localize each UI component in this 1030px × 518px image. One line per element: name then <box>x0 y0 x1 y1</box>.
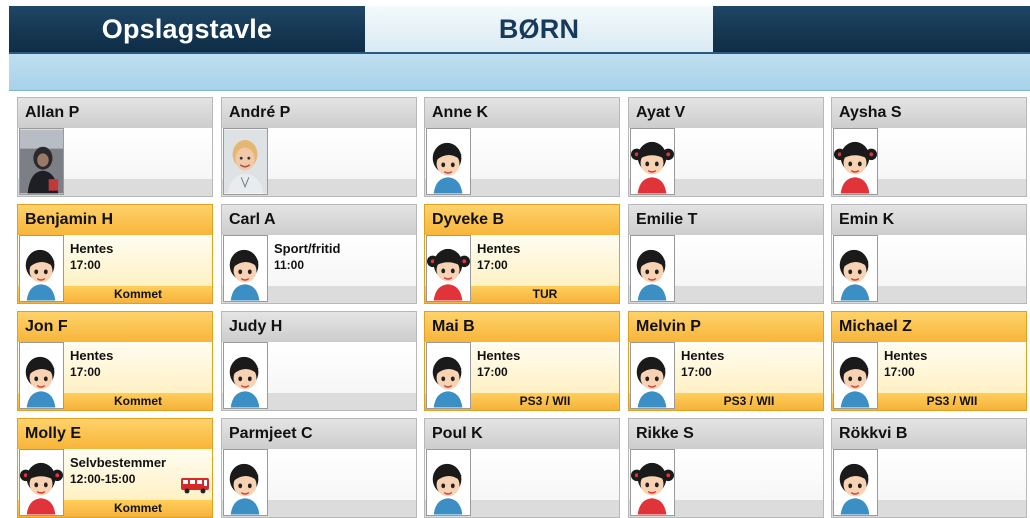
status-label: Hentes <box>70 348 114 363</box>
child-name: Emin K <box>832 205 1026 235</box>
status-time: 11:00 <box>274 258 305 272</box>
child-card[interactable]: Allan P <box>17 97 213 197</box>
tab-opslagstavle[interactable]: Opslagstavle <box>9 6 365 52</box>
child-card[interactable]: Emin K <box>831 204 1027 304</box>
child-card[interactable]: Dyveke B TUR Hentes 17:00 <box>424 204 620 304</box>
footer-label: Kommet <box>113 394 162 408</box>
child-name: Judy H <box>222 312 416 342</box>
child-name: Jon F <box>18 312 212 342</box>
child-card[interactable]: Ayat V <box>628 97 824 197</box>
app-frame: Opslagstavle BØRN Allan P André P Anne K Ay… <box>9 6 1030 518</box>
status-block: Sport/fritid 11:00 <box>274 241 340 273</box>
boy-avatar-icon <box>426 342 471 409</box>
child-name: Melvin P <box>629 312 823 342</box>
girl-avatar-icon <box>630 449 675 516</box>
child-card[interactable]: Jon F Kommet Hentes 17:00 <box>17 311 213 411</box>
tab-born[interactable]: BØRN <box>365 6 713 52</box>
footer-label: Kommet <box>113 501 162 515</box>
status-block: Hentes 17:00 <box>70 241 113 273</box>
child-card[interactable]: Melvin P PS3 / WII Hentes 17:00 <box>628 311 824 411</box>
child-photo <box>19 128 64 195</box>
boy-avatar-icon <box>630 342 675 409</box>
status-time: 17:00 <box>477 365 508 379</box>
footer-label: Kommet <box>113 287 162 301</box>
status-block: Hentes 17:00 <box>884 348 927 380</box>
status-label: Hentes <box>681 348 725 363</box>
child-card[interactable]: André P <box>221 97 417 197</box>
child-card[interactable]: Rökkvi B <box>831 418 1027 518</box>
child-card[interactable]: Anne K <box>424 97 620 197</box>
child-name: Carl A <box>222 205 416 235</box>
status-time: 17:00 <box>477 258 508 272</box>
child-card[interactable]: Rikke S <box>628 418 824 518</box>
status-label: Sport/fritid <box>274 241 341 256</box>
status-time: 17:00 <box>70 365 101 379</box>
footer-label: PS3 / WII <box>723 394 775 408</box>
status-block: Hentes 17:00 <box>477 241 520 273</box>
footer-label: PS3 / WII <box>926 394 978 408</box>
child-name: Dyveke B <box>425 205 619 235</box>
tab-bar: Opslagstavle BØRN <box>9 6 1030 52</box>
boy-avatar-icon <box>833 235 878 302</box>
child-name: Molly E <box>18 419 212 449</box>
child-name: Poul K <box>425 419 619 449</box>
girl-avatar-icon <box>630 128 675 195</box>
child-card[interactable]: Aysha S <box>831 97 1027 197</box>
child-name: Rikke S <box>629 419 823 449</box>
children-grid: Allan P André P Anne K Ayat V Aysha S Benjami… <box>17 97 1030 518</box>
boy-avatar-icon <box>19 342 64 409</box>
status-time: 17:00 <box>884 365 915 379</box>
boy-avatar-icon <box>223 235 268 302</box>
child-card[interactable]: Judy H <box>221 311 417 411</box>
boy-avatar-icon <box>630 235 675 302</box>
child-name: Emilie T <box>629 205 823 235</box>
child-name: Mai B <box>425 312 619 342</box>
status-time: 17:00 <box>681 365 712 379</box>
child-name: Michael Z <box>832 312 1026 342</box>
status-time: 12:00-15:00 <box>70 472 136 486</box>
status-label: Hentes <box>70 241 114 256</box>
child-card[interactable]: Mai B PS3 / WII Hentes 17:00 <box>424 311 620 411</box>
status-label: Selvbestemmer <box>70 455 167 470</box>
boy-avatar-icon <box>19 235 64 302</box>
child-name: Rökkvi B <box>832 419 1026 449</box>
girl-avatar-icon <box>426 235 471 302</box>
boy-avatar-icon <box>833 342 878 409</box>
status-block: Hentes 17:00 <box>70 348 113 380</box>
status-block: Hentes 17:00 <box>681 348 724 380</box>
status-block: Selvbestemmer 12:00-15:00 <box>70 455 166 487</box>
footer-label: PS3 / WII <box>519 394 571 408</box>
status-label: Hentes <box>477 348 521 363</box>
sub-toolbar <box>9 52 1030 91</box>
child-name: André P <box>222 98 416 128</box>
child-name: Allan P <box>18 98 212 128</box>
boy-avatar-icon <box>833 449 878 516</box>
child-card[interactable]: Poul K <box>424 418 620 518</box>
child-name: Parmjeet C <box>222 419 416 449</box>
girl-avatar-icon <box>833 128 878 195</box>
child-card[interactable]: Michael Z PS3 / WII Hentes 17:00 <box>831 311 1027 411</box>
child-name: Ayat V <box>629 98 823 128</box>
child-card[interactable]: Parmjeet C <box>221 418 417 518</box>
child-name: Aysha S <box>832 98 1026 128</box>
boy-avatar-icon <box>426 449 471 516</box>
status-time: 17:00 <box>70 258 101 272</box>
status-block: Hentes 17:00 <box>477 348 520 380</box>
boy-avatar-icon <box>426 128 471 195</box>
child-card[interactable]: Emilie T <box>628 204 824 304</box>
child-name: Anne K <box>425 98 619 128</box>
bus-icon <box>180 476 210 494</box>
tab-extra[interactable] <box>713 6 1030 52</box>
child-card[interactable]: Molly E Kommet Selvbestemmer 12:00-15:00 <box>17 418 213 518</box>
status-label: Hentes <box>884 348 928 363</box>
child-name: Benjamin H <box>18 205 212 235</box>
status-label: Hentes <box>477 241 521 256</box>
child-card[interactable]: Benjamin H Kommet Hentes 17:00 <box>17 204 213 304</box>
boy-avatar-icon <box>223 342 268 409</box>
girl-avatar-icon <box>19 449 64 516</box>
child-photo <box>223 128 268 195</box>
boy-avatar-icon <box>223 449 268 516</box>
child-card[interactable]: Carl A Sport/fritid 11:00 <box>221 204 417 304</box>
footer-label: TUR <box>532 287 558 301</box>
